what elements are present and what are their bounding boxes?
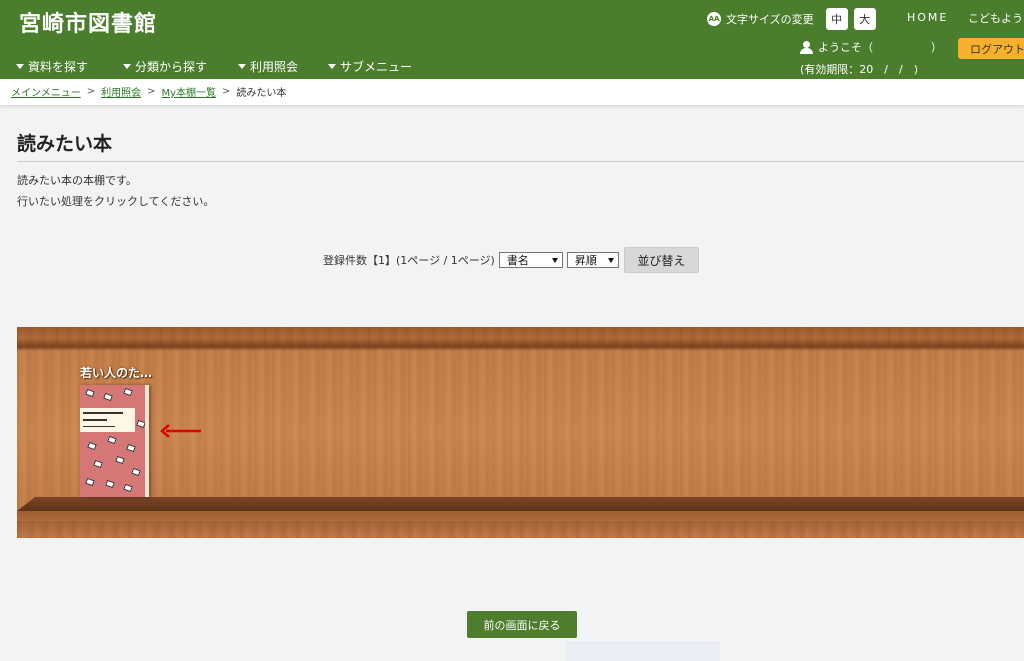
cover-decoration	[115, 455, 125, 465]
cover-decoration	[123, 483, 133, 493]
breadcrumb-separator: >	[147, 86, 156, 97]
user-icon	[800, 40, 813, 54]
welcome-message: ようこそ（ ）	[800, 39, 942, 55]
dropdown-arrow-icon	[607, 258, 614, 263]
shelf-top-shadow	[17, 347, 1024, 351]
cover-decoration	[131, 467, 141, 477]
back-button[interactable]: 前の画面に戻る	[467, 611, 577, 638]
sort-field-value: 書名	[506, 254, 529, 267]
sort-field-select[interactable]: 書名	[498, 252, 563, 268]
page-instruction: 行いたい処理をクリックしてください。	[17, 195, 215, 208]
font-size-medium-button[interactable]: 中	[825, 8, 848, 30]
red-arrow-icon	[160, 424, 201, 438]
caret-down-icon	[328, 64, 336, 69]
breadcrumb-separator: >	[86, 86, 96, 97]
cover-decoration	[85, 388, 95, 398]
dropdown-arrow-icon	[551, 258, 558, 263]
header-bar: 宮崎市図書館 AA 文字サイズの変更 中 大 HOME こどもよう ようこそ（ …	[0, 0, 1024, 79]
breadcrumb-separator: >	[222, 86, 231, 97]
cover-decoration	[107, 435, 117, 445]
page-description: 読みたい本の本棚です。	[17, 174, 137, 187]
sort-bar: 登録件数【1】(1ページ / 1ページ) 書名 昇順 並び替え	[323, 247, 699, 273]
cover-decoration	[136, 419, 145, 429]
cover-decoration	[126, 443, 136, 453]
nav-search-materials[interactable]: 資料を探す	[16, 58, 88, 75]
nav-search-by-category[interactable]: 分類から探す	[123, 58, 207, 75]
caret-down-icon	[238, 64, 246, 69]
cover-text-line	[83, 426, 115, 427]
title-divider	[17, 161, 1024, 162]
welcome-text: ようこそ（	[818, 41, 873, 54]
book-cover-image[interactable]	[80, 385, 149, 497]
cover-text-line	[83, 419, 107, 421]
font-size-label: 文字サイズの変更	[726, 13, 814, 26]
caret-down-icon	[123, 64, 131, 69]
font-size-large-button[interactable]: 大	[853, 8, 876, 30]
shelf-board-front	[17, 511, 1024, 521]
shelf-board	[17, 497, 1024, 511]
sort-order-value: 昇順	[574, 254, 597, 267]
logout-button[interactable]: ログアウト	[958, 38, 1024, 59]
site-title[interactable]: 宮崎市図書館	[19, 6, 157, 38]
cover-decoration	[103, 392, 113, 402]
sort-button[interactable]: 並び替え	[623, 247, 699, 273]
caret-down-icon	[16, 64, 24, 69]
cover-decoration	[87, 441, 97, 451]
record-count: 登録件数【1】(1ページ / 1ページ)	[323, 254, 495, 267]
cover-decoration	[93, 459, 103, 469]
breadcrumb: メインメニュー > 利用照会 > My本棚一覧 > 読みたい本	[11, 84, 286, 99]
breadcrumb-usage-inquiry[interactable]: 利用照会	[101, 84, 141, 99]
home-link[interactable]: HOME	[907, 11, 948, 24]
cover-decoration	[85, 477, 95, 487]
nav-sub-menu[interactable]: サブメニュー	[328, 58, 412, 75]
kids-link[interactable]: こどもよう	[968, 10, 1023, 26]
shelf-bottom	[17, 521, 1024, 538]
breadcrumb-bar: メインメニュー > 利用照会 > My本棚一覧 > 読みたい本	[0, 79, 1024, 106]
breadcrumb-main-menu[interactable]: メインメニュー	[11, 84, 81, 99]
cover-text-line	[83, 412, 123, 414]
font-size-icon: AA	[707, 12, 721, 26]
nav-label: 資料を探す	[28, 60, 89, 74]
cover-decoration	[123, 387, 133, 397]
welcome-username: ）	[876, 41, 942, 54]
font-size-control: AA 文字サイズの変更 中 大	[707, 8, 876, 30]
nav-usage-inquiry[interactable]: 利用照会	[238, 58, 298, 75]
breadcrumb-my-bookshelf-list[interactable]: My本棚一覧	[161, 84, 216, 99]
expiry-date: (有効期限：20 / / )	[800, 63, 918, 76]
page-title: 読みたい本	[17, 133, 113, 155]
cover-decoration	[105, 479, 115, 489]
faint-footer-element	[566, 641, 720, 661]
nav-label: 分類から探す	[135, 60, 208, 74]
sort-order-select[interactable]: 昇順	[566, 252, 619, 268]
shelf-top	[17, 327, 1024, 347]
book-title[interactable]: 若い人のた…	[80, 364, 152, 381]
nav-label: 利用照会	[250, 60, 299, 74]
breadcrumb-current: 読みたい本	[236, 88, 287, 99]
nav-label: サブメニュー	[340, 60, 413, 74]
